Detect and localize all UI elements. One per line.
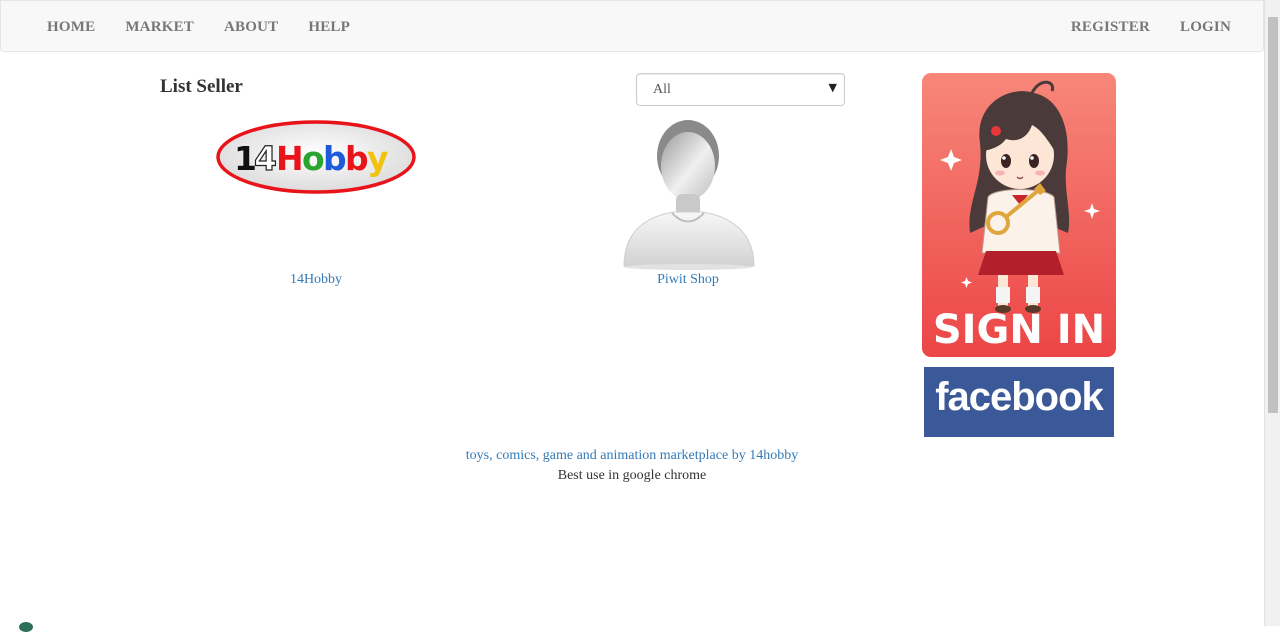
seller-card[interactable]: 1 4 H o b b y 14Hobby [216,118,416,294]
sign-in-banner[interactable]: SIGN IN [922,73,1116,357]
seller-logo-14hobby[interactable]: 1 4 H o b b y [216,118,416,270]
filter-selected-value: All [653,82,671,97]
page-title: List Seller [160,76,243,97]
facebook-login-banner[interactable]: facebook [924,367,1114,437]
top-navbar: HOME MARKET ABOUT HELP REGISTER LOGIN [0,0,1264,52]
svg-text:o: o [302,139,325,178]
footer-tagline-link[interactable]: toys, comics, game and animation marketp… [0,448,1264,464]
seller-name-link[interactable]: 14Hobby [216,272,416,288]
seller-name-link[interactable]: Piwit Shop [588,272,788,288]
scrollbar-thumb[interactable] [1268,17,1278,413]
svg-text:y: y [367,139,389,178]
svg-text:b: b [345,139,369,178]
caret-down-icon: ▼ [828,81,837,94]
nav-home-link[interactable]: HOME [47,19,95,36]
facebook-logo-text: facebook [935,375,1104,419]
svg-text:4: 4 [254,139,277,178]
sign-in-illustration: SIGN IN [922,73,1116,357]
nav-register-link[interactable]: REGISTER [1071,19,1150,36]
corner-widget-icon[interactable] [19,622,33,632]
nav-left-group: HOME MARKET ABOUT HELP [47,1,380,53]
sign-in-banner-text: SIGN IN [933,307,1105,353]
vertical-scrollbar[interactable] [1264,0,1280,626]
footer-browser-note: Best use in google chrome [557,468,707,483]
default-avatar-icon[interactable] [588,118,788,270]
nav-about-link[interactable]: ABOUT [224,19,278,36]
category-filter-select[interactable]: All ▼ [636,73,845,106]
svg-text:H: H [276,139,304,178]
nav-login-link[interactable]: LOGIN [1180,19,1231,36]
seller-card[interactable]: Piwit Shop [588,118,788,294]
nav-market-link[interactable]: MARKET [125,19,194,36]
svg-text:b: b [323,139,347,178]
nav-help-link[interactable]: HELP [308,19,350,36]
nav-right-group: REGISTER LOGIN [1041,1,1231,53]
